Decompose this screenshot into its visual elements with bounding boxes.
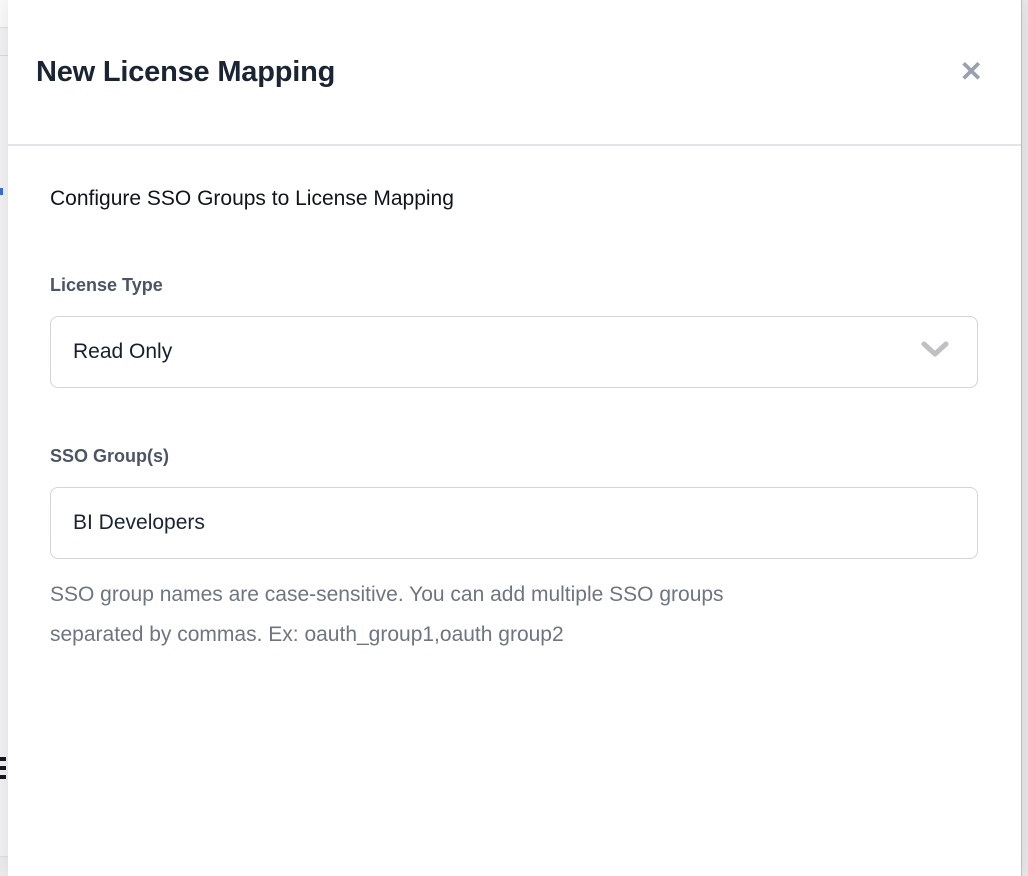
page-behind-right-gutter: [1021, 0, 1028, 876]
page-behind-top-segment: [0, 0, 8, 28]
close-icon[interactable]: ✕: [960, 58, 983, 86]
menu-lines-icon: [0, 766, 6, 770]
page-behind-divider: [0, 55, 8, 56]
menu-lines-icon: [0, 775, 6, 779]
page-behind-left-strip: [0, 0, 8, 876]
modal-description: Configure SSO Groups to License Mapping: [50, 187, 977, 211]
license-type-label: License Type: [50, 275, 977, 296]
sso-groups-help-text: SSO group names are case-sensitive. You …: [50, 575, 770, 655]
left-accent-dot: [0, 188, 3, 195]
sso-groups-label: SSO Group(s): [50, 446, 977, 467]
menu-lines-icon: [0, 757, 6, 761]
license-type-select[interactable]: Read Only: [50, 316, 978, 388]
page-behind-bottom-segment: [0, 856, 8, 876]
sso-groups-input[interactable]: [50, 487, 978, 559]
modal-header: New License Mapping ✕: [8, 0, 1021, 146]
modal-title: New License Mapping: [36, 56, 335, 89]
chevron-down-icon: [921, 341, 949, 363]
modal-body: Configure SSO Groups to License Mapping …: [8, 146, 1021, 655]
license-type-selected-value: Read Only: [73, 340, 172, 364]
new-license-mapping-modal: New License Mapping ✕ Configure SSO Grou…: [8, 0, 1021, 876]
